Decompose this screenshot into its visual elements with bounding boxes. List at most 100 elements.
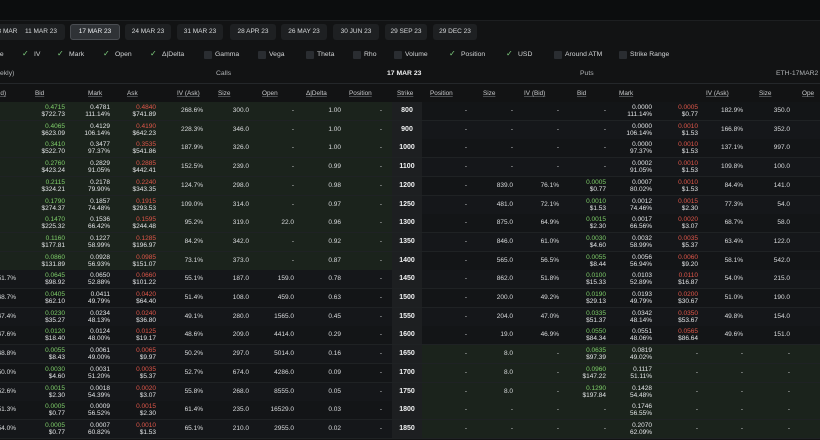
put-bid[interactable]: - <box>604 158 606 176</box>
call-open-interest[interactable]: - <box>292 252 294 270</box>
put-ask-size[interactable]: 54.0 <box>777 196 790 214</box>
put-iv-ask[interactable]: - <box>741 345 743 363</box>
call-ask[interactable]: 0.1595 $244.48 <box>133 214 157 234</box>
call-ask[interactable]: 0.4840 $741.89 <box>133 102 157 122</box>
call-iv-bid[interactable]: 48.7% <box>0 289 16 307</box>
call-bid[interactable]: 0.0120 $18.40 <box>45 326 65 346</box>
put-bid[interactable]: 0.0005 $0.77 <box>586 177 606 197</box>
checkmark-icon[interactable]: ✓ <box>150 48 157 60</box>
call-size[interactable]: 235.0 <box>233 401 249 419</box>
checkbox[interactable] <box>394 51 402 59</box>
call-iv-ask[interactable]: 55.8% <box>185 383 203 401</box>
call-position[interactable]: - <box>380 364 382 382</box>
call-ask[interactable]: 0.2885 $442.41 <box>133 158 157 178</box>
call-mark[interactable]: 0.0007 60.82% <box>88 420 110 440</box>
put-ask-size[interactable]: 151.0 <box>774 326 790 344</box>
table-row[interactable]: 0.2760 $423.24 0.2829 91.05% 0.2885 $442.41 15… <box>0 158 820 178</box>
put-iv-ask[interactable]: 54.0% <box>725 270 743 288</box>
put-size[interactable]: - <box>511 420 513 438</box>
table-row[interactable]: 50.0% 0.0030$4.60 0.003151.20% 0.0035$5.37 5… <box>0 363 820 384</box>
put-position[interactable]: - <box>465 121 467 139</box>
call-iv-bid[interactable]: 52.6% <box>0 383 16 401</box>
put-ask[interactable]: 0.0565 $86.64 <box>678 326 698 346</box>
checkbox[interactable] <box>306 51 314 59</box>
call-ask[interactable]: 0.0010 $1.53 <box>136 420 156 440</box>
table-row[interactable]: 0.4715 $722.73 0.4781 111.14% 0.4840 $741.89 2… <box>0 102 820 121</box>
put-ask-size[interactable]: - <box>788 364 790 382</box>
put-ask[interactable]: 0.0010 $1.53 <box>678 121 698 141</box>
call-delta[interactable]: 0.16 <box>328 345 341 363</box>
put-size[interactable]: 875.0 <box>497 214 513 232</box>
put-ask-size[interactable]: - <box>788 420 790 438</box>
put-position[interactable]: - <box>465 102 467 120</box>
put-ask[interactable]: - <box>696 401 698 419</box>
put-iv-bid[interactable]: - <box>557 139 559 157</box>
checkmark-icon[interactable]: ✓ <box>22 48 29 60</box>
put-ask[interactable]: 0.0005 $0.77 <box>678 102 698 122</box>
put-ask-size[interactable]: 215.0 <box>774 270 790 288</box>
call-open-interest[interactable]: 5014.0 <box>274 345 294 363</box>
put-column-header[interactable]: Size <box>759 86 771 102</box>
call-delta[interactable]: 0.99 <box>328 158 341 176</box>
call-size[interactable]: 209.0 <box>233 326 249 344</box>
table-row[interactable]: 0.1160 $177.81 0.1227 58.99% 0.1285 $196.97 84… <box>0 232 820 253</box>
strike-price[interactable]: 1850 <box>392 419 422 438</box>
put-size[interactable]: 8.0 <box>504 364 513 382</box>
put-column-header[interactable]: Position <box>430 86 453 102</box>
expiry-tab[interactable]: 28 APR 23 <box>230 24 276 40</box>
put-iv-bid[interactable]: 61.0% <box>541 233 559 251</box>
put-iv-bid[interactable]: - <box>557 102 559 120</box>
call-bid[interactable]: 0.4715 $722.73 <box>42 102 66 122</box>
call-size[interactable]: 314.0 <box>233 196 249 214</box>
put-ask[interactable]: 0.0010 $1.53 <box>678 177 698 197</box>
put-mark[interactable]: 0.0032 58.99% <box>630 233 652 253</box>
call-bid[interactable]: 0.0005 $0.77 <box>45 420 65 440</box>
call-mark[interactable]: 0.4129 106.14% <box>84 121 110 141</box>
put-position[interactable]: - <box>465 196 467 214</box>
call-mark[interactable]: 0.0031 51.20% <box>88 364 110 384</box>
put-size[interactable]: - <box>511 139 513 157</box>
call-size[interactable]: 280.0 <box>233 308 249 326</box>
put-bid[interactable]: 0.0015 $2.30 <box>586 214 606 234</box>
put-bid[interactable]: 0.0960 $147.22 <box>583 364 607 384</box>
call-column-header[interactable]: Bid <box>35 86 44 102</box>
strike-price[interactable]: 1550 <box>392 307 422 326</box>
put-mark[interactable]: 0.0007 80.02% <box>630 177 652 197</box>
call-ask[interactable]: 0.3535 $541.86 <box>133 139 157 159</box>
call-iv-ask[interactable]: 61.4% <box>185 401 203 419</box>
call-bid[interactable]: 0.0230 $35.27 <box>45 308 65 328</box>
expiry-tab[interactable]: 29 DEC 23 <box>433 24 477 40</box>
call-open-interest[interactable]: 1565.0 <box>274 308 294 326</box>
expiry-tab[interactable]: 29 SEP 23 <box>385 24 427 40</box>
put-iv-ask[interactable]: 58.1% <box>725 252 743 270</box>
call-iv-bid[interactable]: 48.8% <box>0 345 16 363</box>
call-ask[interactable]: 0.0015 $2.30 <box>136 401 156 421</box>
call-ask[interactable]: 0.0420 $64.40 <box>136 289 156 309</box>
put-mark[interactable]: 0.0000 111.14% <box>627 102 652 122</box>
checkmark-icon[interactable]: ✓ <box>449 48 456 60</box>
call-delta[interactable]: 0.92 <box>328 233 341 251</box>
put-bid[interactable]: 0.0100 $15.33 <box>586 270 606 290</box>
put-iv-bid[interactable]: - <box>557 420 559 438</box>
strike-price[interactable]: 1650 <box>392 345 422 364</box>
put-bid[interactable]: - <box>604 420 606 438</box>
call-ask[interactable]: 0.0660 $101.22 <box>133 270 157 290</box>
call-bid[interactable]: 0.0860 $131.89 <box>42 252 66 272</box>
put-iv-ask[interactable]: 68.7% <box>725 214 743 232</box>
put-bid[interactable]: - <box>604 139 606 157</box>
put-ask-size[interactable]: 141.0 <box>774 177 790 195</box>
put-bid[interactable]: - <box>604 401 606 419</box>
put-position[interactable]: - <box>465 270 467 288</box>
strike-price[interactable]: 1800 <box>392 401 422 420</box>
table-row[interactable]: 0.1790 $274.37 0.1857 74.48% 0.1915 $293.53 10… <box>0 195 820 215</box>
put-ask-size[interactable]: 350.0 <box>774 102 790 120</box>
table-row[interactable]: 51.3% 0.0005$0.77 0.000956.52% 0.0015$2.30 6… <box>0 401 820 421</box>
put-position[interactable]: - <box>465 289 467 307</box>
table-row[interactable]: 0.1470 $225.32 0.1536 66.42% 0.1595 $244.48 95… <box>0 214 820 234</box>
call-open-interest[interactable]: 159.0 <box>278 270 294 288</box>
call-bid[interactable]: 0.1470 $225.32 <box>42 214 66 234</box>
put-ask[interactable]: 0.0350 $53.67 <box>678 308 698 328</box>
put-iv-ask[interactable]: 166.8% <box>721 121 743 139</box>
call-delta[interactable]: 0.29 <box>328 326 341 344</box>
strike-price[interactable]: 1300 <box>392 214 422 233</box>
